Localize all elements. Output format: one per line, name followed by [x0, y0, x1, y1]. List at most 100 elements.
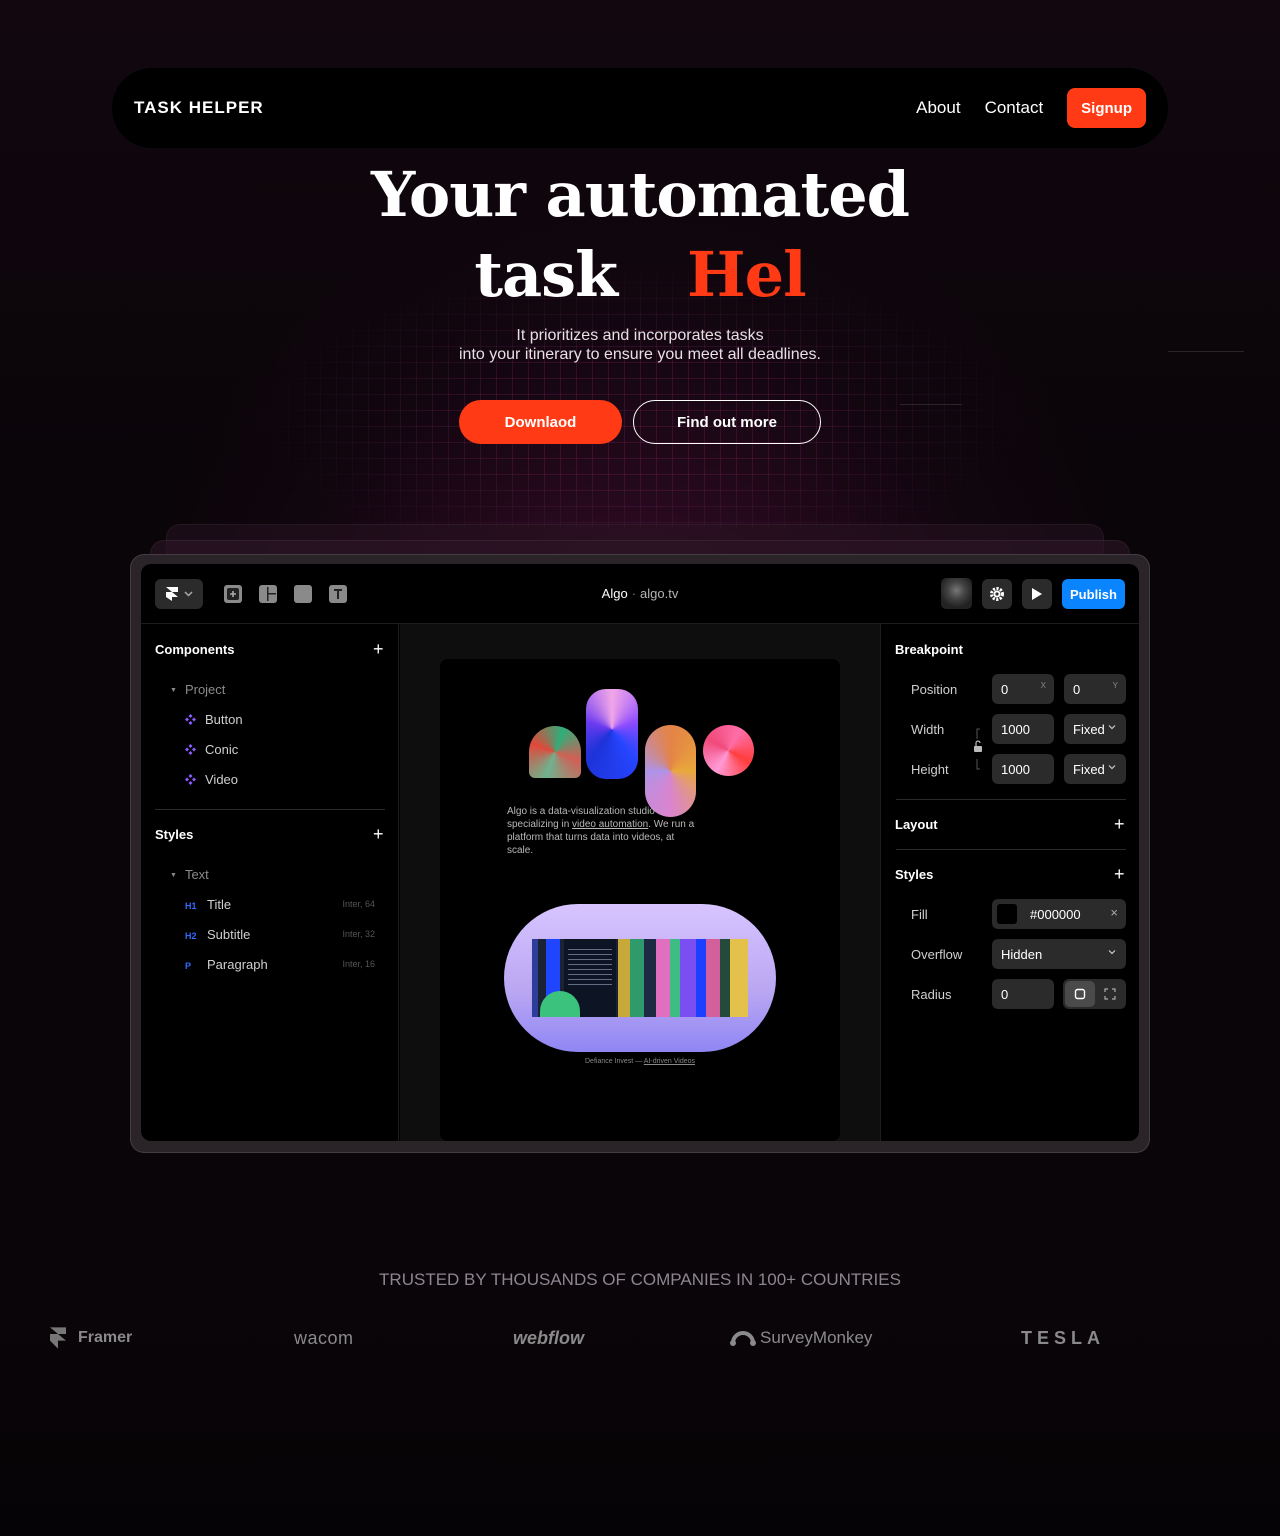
component-item-button[interactable]: Button	[185, 712, 243, 727]
add-style-property-button[interactable]: +	[1114, 865, 1125, 883]
tree-item-label: Project	[184, 682, 226, 697]
radius-mode-toggle	[1063, 979, 1126, 1009]
hero-title-line-2: task Hel	[0, 238, 1280, 311]
canvas-area[interactable]: Algo is a data-visualization studio spec…	[400, 624, 880, 1141]
uniform-corner-icon	[1074, 988, 1086, 1000]
webflow-logo: webflow	[513, 1327, 584, 1348]
hero-title-accent-word: Hel	[687, 238, 807, 311]
wacom-logo: wacom	[294, 1327, 354, 1348]
ai-driven-videos-link[interactable]: AI-driven Videos	[644, 1058, 695, 1065]
style-name: Title	[207, 897, 232, 912]
height-label: Height	[911, 762, 949, 777]
signup-button[interactable]: Signup	[1067, 88, 1146, 128]
add-style-button[interactable]: +	[373, 825, 384, 843]
add-layout-button[interactable]: +	[1114, 815, 1125, 833]
style-item-subtitle[interactable]: H2 Subtitle Inter, 32	[185, 927, 399, 942]
width-value: 1000	[1001, 721, 1030, 737]
radius-value: 0	[1001, 986, 1009, 1002]
publish-button[interactable]: Publish	[1062, 579, 1125, 609]
aspect-lock-icon[interactable]	[973, 728, 983, 770]
hero-title-line-1: Your automated	[370, 158, 910, 231]
add-component-button[interactable]: +	[373, 640, 384, 658]
settings-button[interactable]	[982, 579, 1012, 609]
nav-link-about[interactable]: About	[916, 98, 960, 118]
tesla-logo: TESLA	[1021, 1327, 1106, 1348]
position-x-input[interactable]: 0X	[992, 674, 1054, 704]
components-heading: Components	[155, 642, 235, 657]
brand-logo[interactable]: TASK HELPER	[134, 98, 264, 118]
component-item-conic[interactable]: Conic	[185, 742, 238, 757]
overflow-select[interactable]: Hidden	[992, 939, 1126, 969]
fill-color-swatch[interactable]	[997, 904, 1017, 924]
clear-icon[interactable]: ×	[1110, 905, 1118, 920]
hero-title-word: task	[474, 238, 618, 311]
tree-item-text[interactable]: ▼ Text	[170, 867, 209, 882]
chevron-down-icon	[1108, 950, 1116, 955]
width-mode-select[interactable]: Fixed	[1064, 714, 1126, 744]
breakpoint-heading: Breakpoint	[895, 642, 963, 657]
height-mode-select[interactable]: Fixed	[1064, 754, 1126, 784]
chevron-down-icon	[1108, 765, 1116, 770]
height-mode-value: Fixed	[1073, 761, 1105, 777]
hero-subtitle: It prioritizes and incorporates tasks in…	[0, 326, 1280, 364]
play-icon	[1032, 588, 1042, 600]
framer-logo-icon	[50, 1327, 66, 1349]
shape-circle-pink	[703, 725, 754, 776]
hero-subtitle-line-2: into your itinerary to ensure you meet a…	[459, 346, 821, 363]
divider	[896, 799, 1126, 800]
gear-icon	[990, 587, 1004, 601]
divider	[896, 849, 1126, 850]
width-input[interactable]: 1000	[992, 714, 1054, 744]
component-icon	[185, 774, 196, 785]
caret-down-icon: ▼	[170, 872, 177, 880]
style-meta: Inter, 64	[342, 899, 375, 909]
avatar[interactable]	[941, 578, 972, 609]
component-label: Video	[205, 772, 239, 787]
width-label: Width	[911, 722, 945, 737]
preview-button[interactable]	[1022, 579, 1052, 609]
video-automation-link[interactable]: video automation	[572, 819, 648, 830]
framer-company-logo: Framer	[50, 1322, 132, 1354]
shape-arch	[529, 726, 581, 778]
surveymonkey-company-logo: SurveyMonkey	[730, 1322, 872, 1354]
find-out-more-button[interactable]: Find out more	[633, 400, 821, 444]
radius-input[interactable]: 0	[992, 979, 1054, 1009]
y-suffix: Y	[1112, 681, 1118, 690]
shape-pill-blue	[586, 689, 638, 779]
uniform-radius-button[interactable]	[1065, 981, 1095, 1007]
properties-panel: Breakpoint Position 0X 0Y Width 1000 Fix…	[880, 624, 1139, 1141]
editor-toolbar: Algo · algo.tv Publish	[141, 564, 1139, 624]
position-y-input[interactable]: 0Y	[1064, 674, 1126, 704]
style-meta: Inter, 32	[342, 929, 375, 939]
video-thumbnail-strip	[532, 939, 748, 1017]
artboard[interactable]: Algo is a data-visualization studio spec…	[440, 659, 840, 1141]
p-tag: P	[185, 961, 192, 971]
component-item-video[interactable]: Video	[185, 772, 238, 787]
radius-label: Radius	[911, 987, 952, 1002]
trusted-heading: TRUSTED BY THOUSANDS OF COMPANIES IN 100…	[379, 1270, 901, 1289]
styles-heading: Styles	[895, 867, 934, 882]
style-item-paragraph[interactable]: P Paragraph Inter, 16	[185, 957, 399, 972]
h1-tag: H1	[185, 901, 197, 911]
chevron-down-icon	[1108, 725, 1116, 730]
download-button[interactable]: Downlaod	[459, 400, 622, 444]
surveymonkey-logo-icon	[730, 1331, 756, 1346]
overflow-label: Overflow	[911, 947, 963, 962]
layout-heading: Layout	[895, 817, 938, 832]
video-preview-pill[interactable]	[504, 904, 776, 1052]
hero-buttons: Downlaod Find out more	[459, 400, 821, 444]
height-input[interactable]: 1000	[992, 754, 1054, 784]
algo-description: Algo is a data-visualization studio spec…	[507, 805, 697, 857]
individual-corners-icon	[1104, 988, 1116, 1000]
project-name: Algo	[601, 586, 628, 601]
nav-link-contact[interactable]: Contact	[985, 98, 1044, 118]
top-navbar: TASK HELPER About Contact Signup	[112, 68, 1168, 148]
height-value: 1000	[1001, 761, 1030, 777]
styles-heading: Styles	[155, 827, 194, 842]
tree-item-project[interactable]: ▼ Project	[170, 682, 225, 697]
individual-radius-button[interactable]	[1096, 981, 1124, 1007]
style-item-title[interactable]: H1 Title Inter, 64	[185, 897, 399, 912]
editor-app: Algo · algo.tv Publish Components + ▼ Proje…	[141, 564, 1139, 1141]
fill-input[interactable]: #000000 ×	[992, 899, 1126, 929]
divider	[155, 809, 385, 810]
